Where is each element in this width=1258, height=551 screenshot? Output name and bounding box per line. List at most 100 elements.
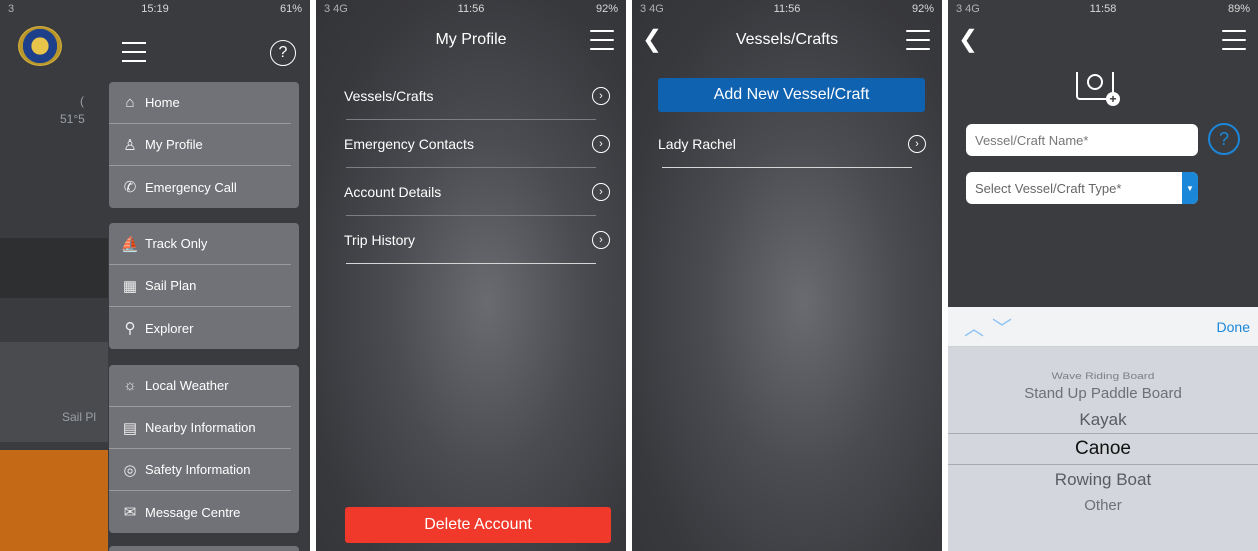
hamburger-menu-icon[interactable]	[906, 30, 930, 50]
row-emergency-contacts[interactable]: Emergency Contacts ›	[316, 120, 626, 168]
picker-option[interactable]: Stand Up Paddle Board	[948, 385, 1258, 402]
sun-cloud-icon: ☼	[123, 377, 137, 394]
help-icon[interactable]: ?	[1208, 123, 1240, 155]
chevron-right-icon: ›	[592, 87, 610, 105]
back-chevron-icon[interactable]: ❮	[642, 26, 662, 54]
boat-icon: ⛵	[120, 235, 140, 253]
battery-label: 61%	[279, 3, 302, 15]
menu-item-label: Nearby Information	[145, 420, 256, 435]
map-background	[0, 62, 108, 551]
bg-orange-panel	[0, 450, 108, 551]
row-trip-history[interactable]: Trip History ›	[316, 216, 626, 264]
vessel-name-input[interactable]: Vessel/Craft Name*	[966, 124, 1198, 156]
menu-item-nearby-information[interactable]: ▤ Nearby Information	[109, 407, 291, 449]
picker-toolbar: ︿﹀ Done	[948, 307, 1258, 347]
map-icon: ▦	[122, 277, 138, 295]
menu-item-sail-plan[interactable]: ▦ Sail Plan	[109, 265, 291, 307]
row-label: Trip History	[344, 232, 416, 248]
menu-item-label: Local Weather	[145, 378, 229, 393]
menu-item-label: Safety Information	[145, 462, 251, 477]
back-chevron-icon[interactable]: ❮	[958, 26, 978, 54]
menu-item-label: My Profile	[145, 137, 203, 152]
carrier-label: 3 4G	[956, 3, 980, 15]
page-title: Vessels/Crafts	[735, 31, 839, 48]
chevron-right-icon: ›	[908, 135, 926, 153]
status-time: 11:56	[457, 3, 485, 15]
status-time: 11:56	[773, 3, 801, 15]
menu-item-label: Sail Plan	[145, 278, 197, 293]
dropdown-arrow-icon: ▼	[1182, 172, 1198, 204]
row-vessels-crafts[interactable]: Vessels/Crafts ›	[316, 72, 626, 120]
info-pin-icon: ▤	[122, 419, 138, 437]
menu-item-label: Emergency Call	[145, 179, 237, 195]
vessel-list: Lady Rachel ›	[632, 120, 942, 168]
screen-my-profile: 3 4G 11:56 92% My Profile Vessels/Crafts…	[316, 0, 626, 551]
battery-label: 92%	[595, 3, 618, 15]
vessel-type-picker[interactable]: Wave Riding Board Stand Up Paddle Board …	[948, 347, 1258, 551]
menu-item-label: Home	[145, 95, 180, 110]
picker-option[interactable]: Other	[948, 497, 1258, 514]
location-pin-icon: ⚲	[124, 320, 136, 337]
hamburger-menu-icon[interactable]	[1222, 30, 1246, 50]
phone-icon: ✆	[123, 179, 137, 196]
menu-item-local-weather[interactable]: ☼ Local Weather	[109, 365, 291, 407]
delete-account-button[interactable]: Delete Account	[345, 507, 611, 543]
menu-group-info: ☼ Local Weather ▤ Nearby Information ◎ Safe…	[109, 365, 299, 533]
coast-guard-logo	[18, 26, 62, 66]
screen-side-menu: 3 15:19 61% ( 51°5 Sail Pl ? ⌂ Home ♙ My P…	[0, 0, 310, 551]
picker-option[interactable]: Kayak	[948, 410, 1258, 430]
vessel-row[interactable]: Lady Rachel ›	[632, 120, 942, 168]
status-time: 15:19	[141, 3, 169, 15]
status-time: 11:58	[1089, 3, 1117, 15]
add-photo-camera-icon[interactable]: +	[1076, 72, 1120, 106]
bg-coordinate: 51°5	[60, 112, 85, 126]
bg-letter: (	[80, 94, 84, 108]
screen-add-vessel: 3 4G 11:58 89% ❮ + Vessel/Craft Name* ? …	[948, 0, 1258, 551]
battery-label: 89%	[1227, 3, 1250, 15]
menu-item-emergency-call[interactable]: ✆ Emergency Call	[109, 166, 291, 208]
menu-item-message-centre[interactable]: ✉ Message Centre	[109, 491, 291, 533]
picker-option[interactable]: Rowing Boat	[948, 470, 1258, 490]
status-bar: 3 4G 11:56 92%	[632, 0, 942, 18]
carrier-label: 3 4G	[324, 3, 348, 15]
menu-group-main: ⌂ Home ♙ My Profile ✆ Emergency Call	[109, 82, 299, 208]
menu-item-home[interactable]: ⌂ Home	[109, 82, 291, 124]
carrier-label: 3	[8, 3, 15, 15]
help-icon[interactable]: ?	[270, 40, 296, 66]
row-label: Emergency Contacts	[344, 136, 474, 152]
hamburger-menu-icon[interactable]	[122, 42, 146, 62]
profile-list: Vessels/Crafts › Emergency Contacts › Acco…	[316, 72, 626, 264]
bg-panel	[0, 238, 108, 298]
menu-item-label: Message Centre	[145, 504, 241, 520]
menu-item-explorer[interactable]: ⚲ Explorer	[109, 307, 291, 349]
bg-sail-plan: Sail Pl	[62, 410, 97, 424]
menu-item-track-only[interactable]: ⛵ Track Only	[109, 223, 291, 265]
chevron-right-icon: ›	[592, 231, 610, 249]
menu-group-more	[109, 546, 299, 551]
menu-item-safety-information[interactable]: ◎ Safety Information	[109, 449, 291, 491]
screen-vessels: 3 4G 11:56 92% ❮ Vessels/Crafts Add New …	[632, 0, 942, 551]
carrier-label: 3 4G	[640, 3, 664, 15]
menu-group-trip: ⛵ Track Only ▦ Sail Plan ⚲ Explorer	[109, 223, 299, 349]
done-button[interactable]: Done	[1217, 319, 1250, 335]
picker-selected-option[interactable]: Canoe	[948, 433, 1258, 465]
user-icon: ♙	[123, 136, 137, 154]
menu-item-label: Explorer	[145, 320, 194, 336]
home-icon: ⌂	[125, 94, 135, 111]
vessel-name: Lady Rachel	[658, 136, 736, 152]
menu-item-my-profile[interactable]: ♙ My Profile	[109, 124, 291, 166]
add-vessel-button[interactable]: Add New Vessel/Craft	[658, 78, 925, 112]
prev-next-arrows-icon[interactable]: ︿﹀	[964, 312, 1020, 341]
status-bar: 3 15:19 61%	[0, 0, 310, 18]
hamburger-menu-icon[interactable]	[590, 30, 614, 50]
nav-bar: ❮ Vessels/Crafts	[632, 18, 942, 62]
page-title: My Profile	[435, 31, 507, 48]
picker-option[interactable]: Wave Riding Board	[948, 370, 1258, 381]
lifebuoy-icon: ◎	[123, 461, 137, 479]
vessel-type-select[interactable]: Select Vessel/Craft Type* ▼	[966, 172, 1198, 204]
status-bar: 3 4G 11:56 92%	[316, 0, 626, 18]
nav-bar: ❮	[948, 18, 1258, 62]
row-account-details[interactable]: Account Details ›	[316, 168, 626, 216]
nav-bar: My Profile	[316, 18, 626, 62]
megaphone-icon: ✉	[123, 504, 137, 521]
